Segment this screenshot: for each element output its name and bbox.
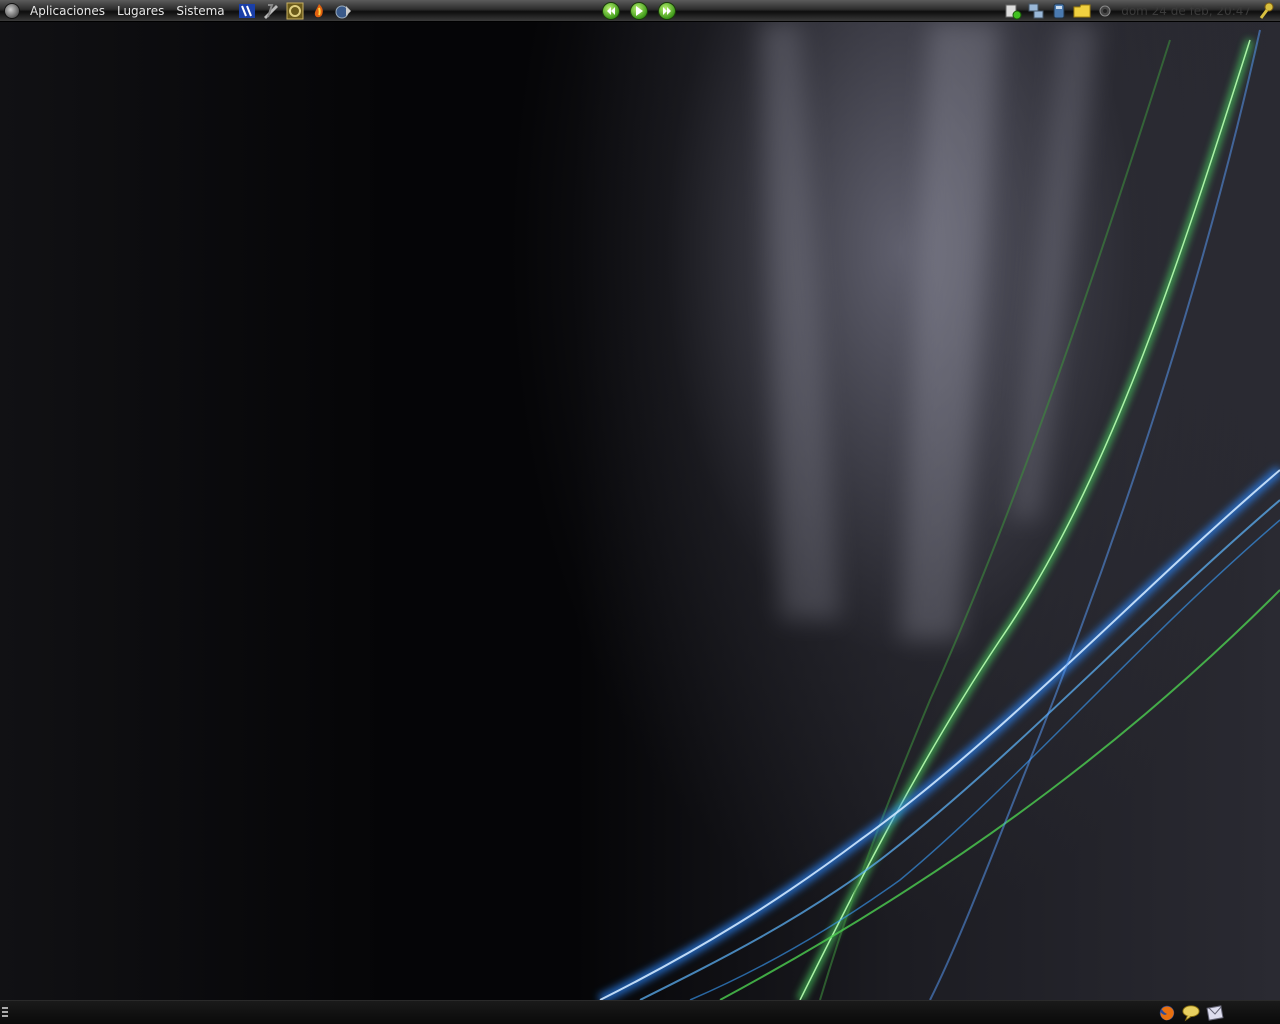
launcher-group (237, 2, 353, 20)
clock[interactable]: dom 24 de feb, 20:47 (1119, 0, 1253, 22)
mail-icon[interactable] (1206, 1004, 1224, 1022)
chat-icon[interactable] (1182, 1004, 1200, 1022)
show-desktop-button[interactable] (2, 1007, 8, 1019)
editor-launcher-icon[interactable] (261, 2, 281, 20)
network-launcher-icon[interactable] (333, 2, 353, 20)
media-controls (602, 1, 676, 21)
top-panel: Aplicaciones Lugares Sistema dom 24 de f… (0, 0, 1280, 22)
update-notifier-icon[interactable] (1004, 2, 1022, 20)
wallpaper-swooshes (597, 22, 1280, 1005)
firefox-launcher-icon[interactable] (309, 2, 329, 20)
firefox-icon[interactable] (1158, 1004, 1176, 1022)
next-track-icon[interactable] (658, 2, 676, 20)
bottom-panel (0, 1000, 1280, 1024)
bottom-tray (1158, 1003, 1224, 1023)
menu-applications[interactable]: Aplicaciones (26, 0, 109, 22)
play-icon[interactable] (630, 2, 648, 20)
network-status-icon[interactable] (1027, 2, 1045, 20)
menu-bar: Aplicaciones Lugares Sistema (4, 0, 353, 22)
volume-icon[interactable] (1096, 2, 1114, 20)
previous-track-icon[interactable] (602, 2, 620, 20)
game-launcher-icon[interactable] (285, 2, 305, 20)
drive-icon[interactable] (1050, 2, 1068, 20)
distro-logo-icon[interactable] (4, 3, 20, 19)
folder-icon[interactable] (1073, 2, 1091, 20)
menu-system[interactable]: Sistema (172, 0, 228, 22)
menu-places[interactable]: Lugares (113, 0, 168, 22)
app-launcher-icon[interactable] (237, 2, 257, 20)
light-rays (760, 22, 1100, 640)
system-tray: dom 24 de feb, 20:47 (1004, 0, 1276, 22)
desktop[interactable]: Aplicaciones Lugares Sistema dom 24 de f… (0, 0, 1280, 1024)
session-icon[interactable] (1258, 2, 1276, 20)
